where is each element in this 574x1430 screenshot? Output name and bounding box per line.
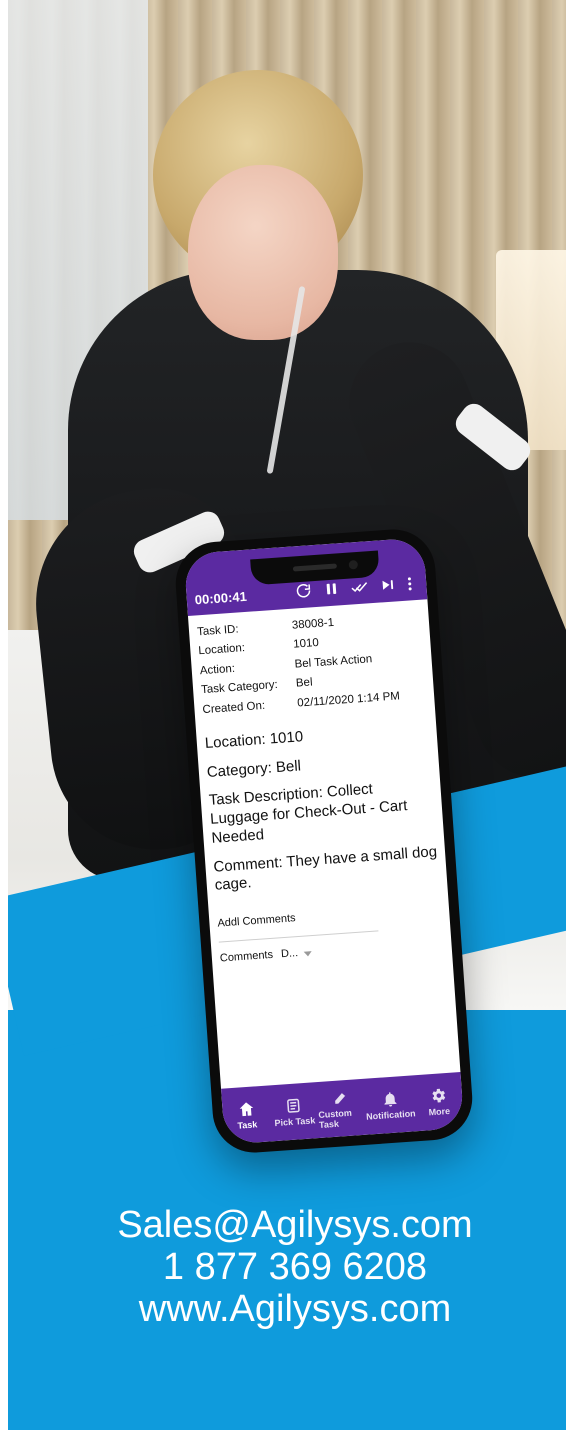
face [188, 165, 338, 340]
comments-label: Comments [219, 948, 274, 965]
check-double-icon[interactable] [350, 577, 369, 596]
task-category-label: Task Category: [200, 678, 279, 697]
nav-notification[interactable]: Notification [364, 1075, 417, 1134]
location-label: Location: [198, 642, 246, 658]
refresh-icon[interactable] [294, 581, 313, 600]
nav-more[interactable]: More [413, 1072, 464, 1131]
nav-more-label: More [428, 1105, 451, 1118]
edit-icon [331, 1088, 350, 1107]
comment-line: Comment: They have a small dog cage. [212, 842, 438, 895]
task-id-label: Task ID: [196, 623, 239, 639]
nav-custom-task-label: Custom Task [318, 1107, 353, 1131]
comments-row: Comments D... [220, 937, 446, 965]
home-icon [237, 1099, 256, 1118]
task-summary: Location: 1010 Category: Bell Task Descr… [204, 719, 441, 896]
nav-pick-task[interactable]: Pick Task [269, 1082, 320, 1141]
nav-pick-task-label: Pick Task [274, 1115, 316, 1129]
nav-notification-label: Notification [365, 1108, 416, 1122]
created-on-label: Created On: [202, 699, 266, 716]
nav-custom-task[interactable]: Custom Task [316, 1079, 367, 1138]
phone-mockup: 00:00:41 Task ID: 38008-1 Location: 1010… [172, 526, 476, 1156]
pause-icon[interactable] [322, 579, 341, 598]
action-label: Action: [199, 662, 236, 677]
task-details: Task ID: 38008-1 Location: 1010 Action: … [197, 610, 446, 965]
chevron-down-icon [303, 950, 313, 957]
phone-speaker [292, 563, 338, 572]
more-vert-icon[interactable] [406, 574, 413, 592]
phone-camera [348, 559, 359, 570]
contact-website[interactable]: www.Agilysys.com [16, 1288, 566, 1331]
task-timer: 00:00:41 [194, 588, 248, 608]
nav-task-label: Task [237, 1119, 258, 1131]
skip-next-icon[interactable] [378, 575, 397, 594]
nav-task[interactable]: Task [221, 1085, 272, 1144]
category-line: Category: Bell [206, 757, 302, 781]
comments-dropdown-value: D... [280, 947, 299, 961]
marketing-panel: 00:00:41 Task ID: 38008-1 Location: 1010… [8, 0, 566, 1430]
contact-email[interactable]: Sales@Agilysys.com [16, 1204, 566, 1247]
location-line: Location: 1010 [204, 728, 304, 752]
bell-icon [380, 1089, 399, 1108]
description-line: Task Description: Collect Luggage for Ch… [208, 780, 408, 847]
phone-screen: 00:00:41 Task ID: 38008-1 Location: 1010… [183, 537, 465, 1145]
created-on-value: 02/11/2020 1:14 PM [296, 689, 401, 710]
contact-block: Sales@Agilysys.com 1 877 369 6208 www.Ag… [16, 1204, 566, 1331]
divider [218, 930, 379, 943]
gear-icon [429, 1086, 448, 1105]
task-list-icon [284, 1096, 303, 1115]
contact-phone[interactable]: 1 877 369 6208 [16, 1246, 566, 1289]
addl-comments-label: Addl Comments [217, 912, 297, 930]
task-fields: Task ID: 38008-1 Location: 1010 Action: … [197, 610, 429, 717]
comments-dropdown[interactable]: D... [281, 946, 313, 960]
